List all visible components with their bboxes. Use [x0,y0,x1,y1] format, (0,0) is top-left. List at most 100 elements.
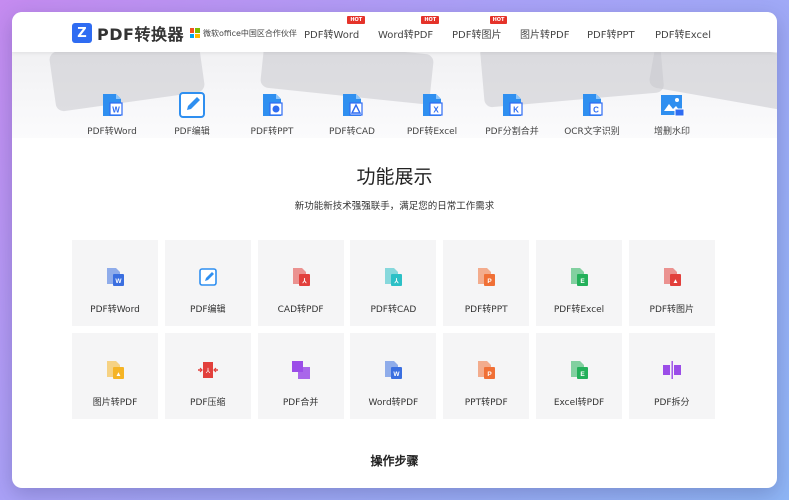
feature-card-label: PDF转Word [90,305,140,315]
svg-text:▲: ▲ [115,371,121,378]
tool-label: PDF转CAD [329,127,375,137]
excel-to-pdf-icon: E [568,359,590,381]
nav-label: PDF转PPT [587,30,635,41]
word-to-pdf-icon: W [382,359,404,381]
tool-label: PDF分割合并 [485,127,539,137]
steps-title: 操作步骤 [370,454,419,468]
pdf-to-excel-icon: X [417,90,447,120]
svg-text:E: E [580,371,585,378]
feature-card[interactable]: PDF编辑 [164,240,251,326]
pdf-compress-icon: ⅄ [197,359,219,381]
pdf-to-ppt-icon [257,90,287,120]
nav-image-to-pdf[interactable]: 图片转PDF [520,26,569,41]
tool-pdf-edit[interactable]: PDF编辑 [152,90,232,137]
feature-card[interactable]: W Word转PDF [350,333,437,419]
feature-card-label: Excel转PDF [553,398,605,408]
nav-label: PDF转Word [304,30,360,41]
watermark-icon [657,90,687,120]
tool-pdf-to-cad[interactable]: PDF转CAD [312,90,392,137]
tool-pdf-split-merge[interactable]: K PDF分割合并 [472,90,552,137]
svg-text:W: W [112,106,120,115]
feature-card[interactable]: PDF拆分 [628,333,715,419]
feature-card[interactable]: P PDF转PPT [443,240,530,326]
tool-label: PDF转Word [87,127,137,137]
feature-card-label: Word转PDF [368,398,419,408]
feature-card[interactable]: E PDF转Excel [536,240,622,326]
tool-pdf-to-ppt[interactable]: PDF转PPT [232,90,312,137]
features-subtitle: 新功能新技术强强联手，满足您的日常工作需求 [294,201,495,212]
feature-card-label: PDF合并 [282,398,319,408]
feature-card[interactable]: ▲ PDF转图片 [628,240,715,326]
hot-badge: HOT [489,16,508,24]
svg-text:E: E [580,278,585,285]
feature-card[interactable]: P PPT转PDF [443,333,530,419]
feature-card-label: PDF转CAD [370,305,417,315]
ocr-icon: C [577,90,607,120]
feature-card[interactable]: W PDF转Word [72,240,158,326]
pdf-to-cad-icon: ⅄ [382,266,404,288]
site-header: Z PDF转换器 微软office中国区合作伙伴 PDF转Word HOT Wo… [12,12,777,52]
svg-text:▲: ▲ [672,278,678,285]
nav-label: 图片转PDF [520,30,570,41]
pdf-to-cad-icon [337,90,367,120]
feature-card-label: PDF转Excel [553,305,605,315]
svg-text:⅄: ⅄ [205,367,211,375]
nav-label: PDF转图片 [452,30,502,41]
pdf-to-ppt-icon: P [475,266,497,288]
svg-text:K: K [513,106,519,115]
feature-card[interactable]: ⅄ CAD转PDF [257,240,344,326]
feature-card[interactable]: ▲ 图片转PDF [72,333,158,419]
tool-label: PDF转PPT [250,127,294,137]
svg-text:P: P [488,278,493,285]
pdf-edit-icon [197,266,219,288]
cad-to-pdf-icon: ⅄ [290,266,312,288]
main-nav: PDF转Word HOT Word转PDF HOT PDF转图片 HOT 图片转… [12,12,777,52]
features-title: 功能展示 [356,166,433,188]
svg-text:P: P [488,371,493,378]
tool-label: PDF转Excel [406,127,458,137]
feature-card-label: PPT转PDF [464,398,508,408]
pdf-split-merge-icon: K [497,90,527,120]
nav-word-to-pdf[interactable]: Word转PDF HOT [378,16,440,41]
browser-window: Z PDF转换器 微软office中国区合作伙伴 PDF转Word HOT Wo… [12,12,777,488]
pdf-merge-icon [290,359,312,381]
pdf-to-word-icon: W [97,90,127,120]
pdf-split-icon [661,359,683,381]
nav-label: PDF转Excel [655,30,711,41]
feature-card[interactable]: ⅄ PDF转CAD [350,240,437,326]
nav-pdf-to-excel[interactable]: PDF转Excel [655,26,711,41]
feature-card-label: PDF转PPT [464,305,508,315]
tool-label: PDF编辑 [174,127,210,137]
pdf-to-excel-icon: E [568,266,590,288]
feature-card[interactable]: E Excel转PDF [536,333,622,419]
pdf-edit-icon [177,90,207,120]
image-to-pdf-icon: ▲ [104,359,126,381]
hot-badge: HOT [347,16,366,24]
svg-text:W: W [394,371,401,378]
nav-label: Word转PDF [378,30,434,41]
feature-card-label: PDF拆分 [654,398,690,408]
tool-pdf-to-excel[interactable]: X PDF转Excel [392,90,472,137]
nav-pdf-to-ppt[interactable]: PDF转PPT [587,26,635,41]
tool-watermark[interactable]: 增删水印 [632,90,712,137]
tool-ocr[interactable]: C OCR文字识别 [552,90,632,137]
nav-pdf-to-word[interactable]: PDF转Word HOT [304,16,366,41]
feature-card[interactable]: PDF合并 [257,333,344,419]
feature-card-label: PDF压缩 [190,398,226,408]
tool-pdf-to-word[interactable]: W PDF转Word [72,90,152,137]
svg-text:W: W [115,278,122,285]
ppt-to-pdf-icon: P [475,359,497,381]
feature-card-label: CAD转PDF [277,305,324,315]
pdf-to-image-icon: ▲ [661,266,683,288]
svg-text:X: X [433,106,439,115]
svg-text:C: C [593,106,599,115]
pdf-to-word-icon: W [104,266,126,288]
feature-card-label: 图片转PDF [92,398,138,408]
feature-card-label: PDF转图片 [649,305,695,315]
hot-badge: HOT [421,16,440,24]
feature-card-label: PDF编辑 [190,305,226,315]
tool-label: 增删水印 [653,127,690,137]
nav-pdf-to-image[interactable]: PDF转图片 HOT [452,16,508,41]
feature-card[interactable]: ⅄ PDF压缩 [164,333,251,419]
tool-label: OCR文字识别 [564,127,620,137]
